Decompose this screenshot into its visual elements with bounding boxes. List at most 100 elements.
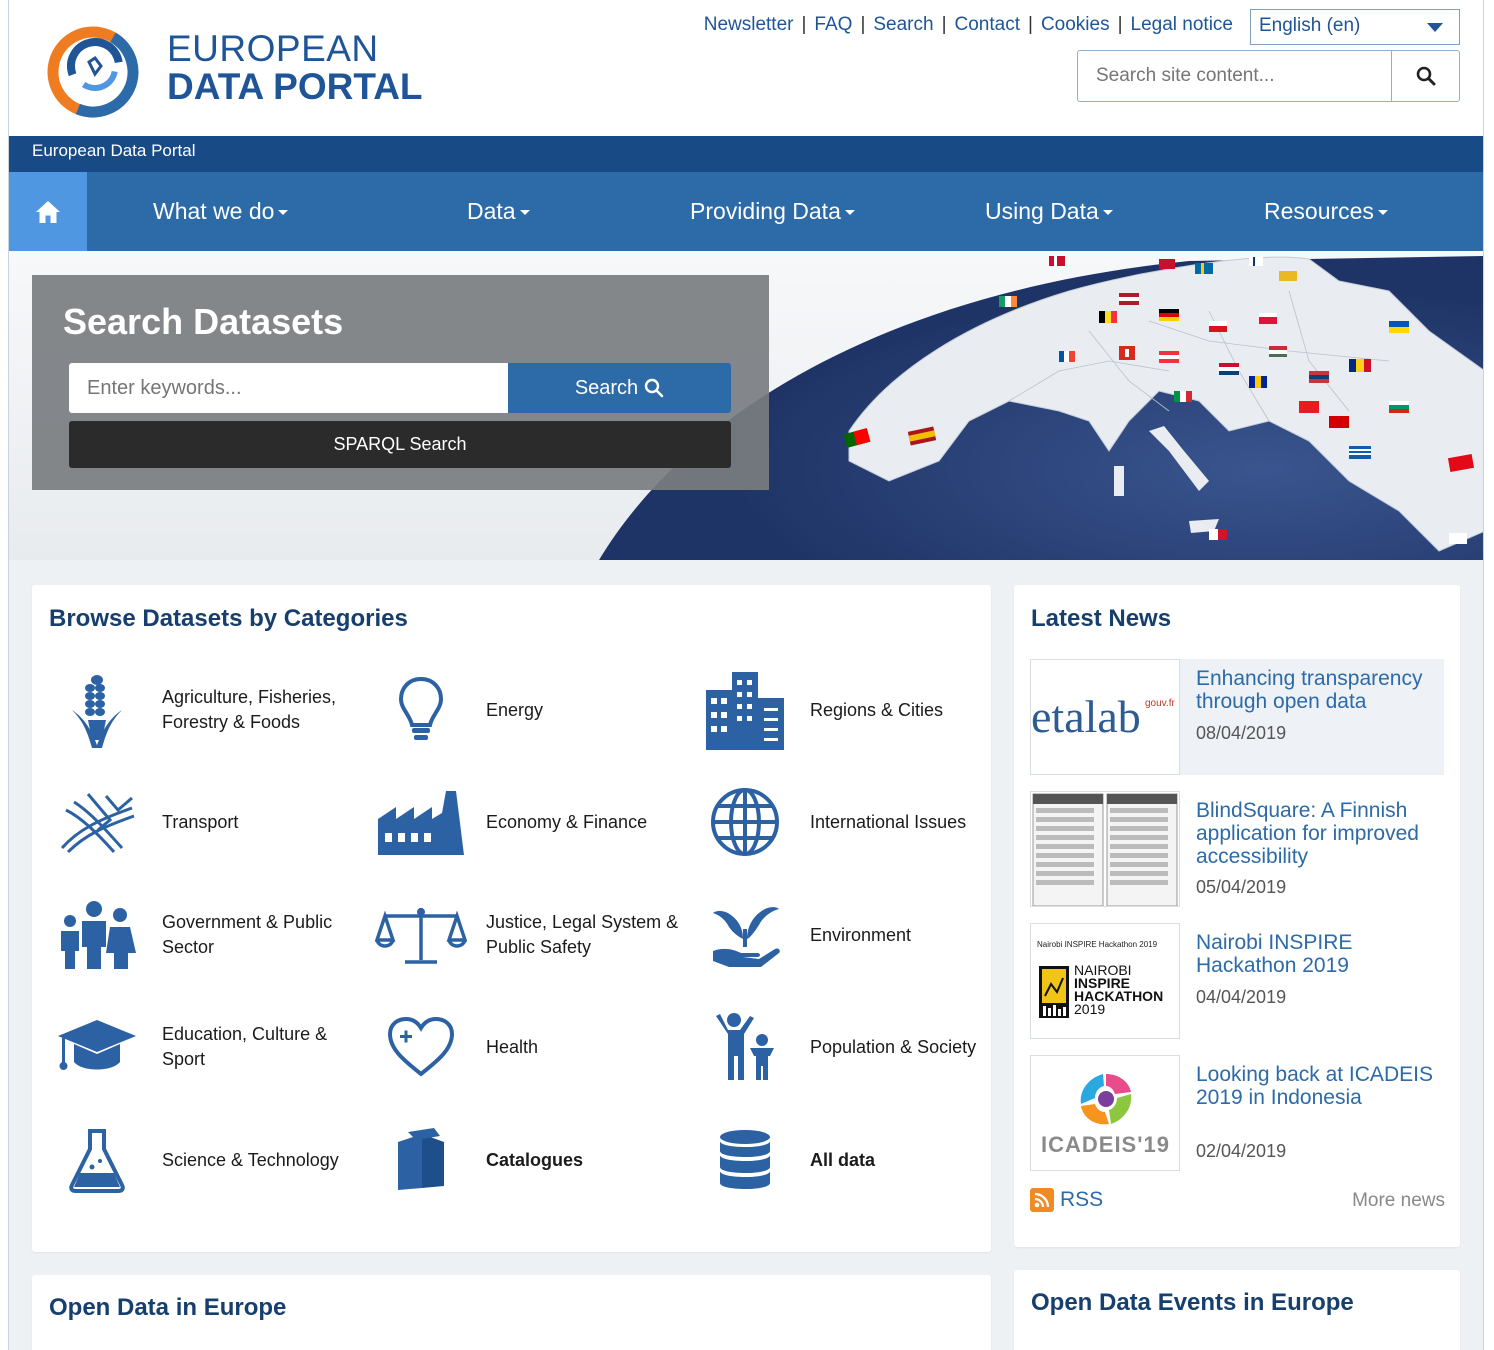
news-item[interactable]: ICADEIS'19 Looking back at ICADEIS 2019 … <box>1030 1055 1444 1171</box>
category-energy[interactable]: Energy <box>371 660 691 760</box>
caret-down-icon <box>519 210 530 216</box>
language-select[interactable]: English (en) <box>1250 9 1460 45</box>
news-date: 08/04/2019 <box>1196 723 1287 743</box>
category-agriculture[interactable]: Agriculture, Fisheries, Forestry & Foods <box>47 660 367 760</box>
nav-using-data[interactable]: Using Data <box>985 172 1113 251</box>
rss-link[interactable]: RSS <box>1030 1188 1103 1212</box>
categories-panel: Browse Datasets by Categories Agricultur… <box>32 585 991 1252</box>
globe-icon <box>695 772 795 872</box>
roads-icon <box>47 772 147 872</box>
open-data-europe-panel: Open Data in Europe <box>32 1275 991 1350</box>
faq-link[interactable]: FAQ <box>814 14 852 36</box>
category-science[interactable]: Science & Technology <box>47 1110 367 1210</box>
news-title[interactable]: BlindSquare: A Finnish application for i… <box>1196 799 1441 868</box>
category-population[interactable]: Population & Society <box>695 997 1015 1097</box>
site-search-box <box>1077 50 1460 102</box>
category-education[interactable]: Education, Culture & Sport <box>47 997 367 1097</box>
category-label: Energy <box>486 699 544 720</box>
open-data-events-panel: Open Data Events in Europe <box>1014 1270 1460 1350</box>
nav-resources[interactable]: Resources <box>1264 172 1388 251</box>
lightbulb-icon <box>371 660 471 760</box>
home-icon <box>36 200 60 223</box>
category-label: International Issues <box>810 811 967 832</box>
category-label: Economy & Finance <box>486 811 648 832</box>
search-icon <box>644 378 664 398</box>
icadeis-logo-image <box>1080 1074 1132 1125</box>
category-economy[interactable]: Economy & Finance <box>371 772 691 872</box>
newsletter-link[interactable]: Newsletter <box>704 14 794 36</box>
category-label: Government & Public Sector <box>162 912 333 957</box>
hackathon-caption: Nairobi INSPIRE Hackathon 2019 <box>1037 940 1158 949</box>
news-thumbnail: etalab gouv.fr <box>1030 659 1180 775</box>
caret-down-icon <box>844 210 855 216</box>
latest-news-panel: Latest News etalab gouv.fr Enhancing tra… <box>1014 585 1460 1247</box>
latest-news-title: Latest News <box>1031 605 1172 632</box>
logo-line-2: DATA PORTAL <box>167 66 423 107</box>
news-thumbnail <box>1030 791 1180 907</box>
site-search-button[interactable] <box>1391 51 1459 101</box>
category-environment[interactable]: Environment <box>695 885 1015 985</box>
nav-data[interactable]: Data <box>467 172 530 251</box>
nav-what-we-do[interactable]: What we do <box>153 172 289 251</box>
cookies-link[interactable]: Cookies <box>1041 14 1110 36</box>
category-regions[interactable]: Regions & Cities <box>695 660 1015 760</box>
nav-providing-data[interactable]: Providing Data <box>690 172 855 251</box>
nav-label: What we do <box>153 198 275 224</box>
search-datasets-panel: Search Datasets Search SPARQL Search <box>32 275 769 490</box>
site-search-input[interactable] <box>1078 51 1391 101</box>
category-label: Transport <box>162 811 239 832</box>
nav-label: Using Data <box>985 198 1099 224</box>
category-government[interactable]: Government & Public Sector <box>47 885 367 985</box>
flask-icon <box>47 1110 147 1210</box>
breadcrumb-item[interactable]: European Data Portal <box>32 141 196 160</box>
page-frame: EUROPEAN DATA PORTAL Newsletter | FAQ | Se… <box>8 0 1484 1350</box>
open-data-europe-title: Open Data in Europe <box>49 1294 287 1321</box>
books-icon <box>371 1110 471 1210</box>
chevron-down-icon <box>1427 23 1443 32</box>
news-title[interactable]: Enhancing transparency through open data <box>1196 667 1441 713</box>
family-icon <box>695 997 795 1097</box>
news-item[interactable]: BlindSquare: A Finnish application for i… <box>1030 791 1444 907</box>
buildings-icon <box>695 660 795 760</box>
logo-line-1: EUROPEAN <box>167 28 379 69</box>
category-label: All data <box>810 1149 876 1170</box>
contact-link[interactable]: Contact <box>955 14 1020 36</box>
app-screenshot-image <box>1032 793 1178 906</box>
category-label: Health <box>486 1036 539 1057</box>
hero-banner: Search Datasets Search SPARQL Search <box>9 251 1483 560</box>
dataset-search-button[interactable]: Search <box>508 363 731 413</box>
news-thumbnail: ICADEIS'19 <box>1030 1055 1180 1171</box>
category-catalogues[interactable]: Catalogues <box>371 1110 691 1210</box>
sparql-search-button[interactable]: SPARQL Search <box>69 421 731 468</box>
site-header: EUROPEAN DATA PORTAL Newsletter | FAQ | Se… <box>9 0 1483 136</box>
heart-icon <box>371 997 471 1097</box>
nav-label: Providing Data <box>690 198 841 224</box>
category-international[interactable]: International Issues <box>695 772 1015 872</box>
search-link[interactable]: Search <box>873 14 933 36</box>
scales-icon <box>371 885 471 985</box>
news-title[interactable]: Looking back at ICADEIS 2019 in Indonesi… <box>1196 1063 1441 1109</box>
database-icon <box>695 1110 795 1210</box>
icadeis-logo-text: ICADEIS'19 <box>1041 1132 1170 1157</box>
category-all-data[interactable]: All data <box>695 1110 1015 1210</box>
factory-icon <box>371 772 471 872</box>
more-news-link[interactable]: More news <box>1352 1190 1445 1212</box>
category-justice[interactable]: Justice, Legal System & Public Safety <box>371 885 691 985</box>
category-label: Environment <box>810 924 912 945</box>
news-date: 05/04/2019 <box>1196 877 1287 897</box>
language-value: English (en) <box>1259 15 1361 36</box>
hackathon-text: NAIROBI INSPIRE HACKATHON 2019 <box>1074 963 1163 1016</box>
portal-logo-icon[interactable] <box>45 24 141 118</box>
home-button[interactable] <box>9 172 87 251</box>
legal-notice-link[interactable]: Legal notice <box>1131 14 1233 36</box>
open-data-events-title: Open Data Events in Europe <box>1031 1289 1354 1316</box>
keyword-search-input[interactable] <box>69 363 508 413</box>
portal-logo-text[interactable]: EUROPEAN DATA PORTAL <box>167 30 423 106</box>
category-health[interactable]: Health <box>371 997 691 1097</box>
news-item[interactable]: etalab gouv.fr Enhancing transparency th… <box>1030 659 1444 775</box>
rss-icon <box>1030 1188 1054 1212</box>
news-item[interactable]: Nairobi INSPIRE Hackathon 2019 NAIROBI I… <box>1030 923 1444 1039</box>
news-title[interactable]: Nairobi INSPIRE Hackathon 2019 <box>1196 931 1441 977</box>
breadcrumb: European Data Portal <box>9 136 1483 172</box>
category-transport[interactable]: Transport <box>47 772 367 872</box>
